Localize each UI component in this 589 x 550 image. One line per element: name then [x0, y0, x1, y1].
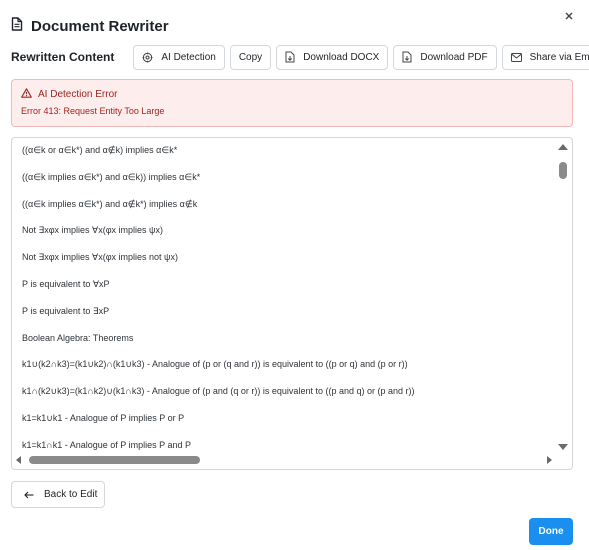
- rewritten-content-label: Rewritten Content: [11, 50, 115, 64]
- alert-message: Error 413: Request Entity Too Large: [21, 106, 165, 116]
- content-line: Not ∃xφx implies ∀x(φx implies ψx): [22, 225, 163, 236]
- warning-icon: [21, 88, 32, 101]
- ai-detection-label: AI Detection: [161, 51, 216, 63]
- vertical-scrollbar[interactable]: [556, 140, 570, 452]
- download-pdf-button[interactable]: Download PDF: [393, 44, 497, 70]
- horizontal-scroll-thumb[interactable]: [29, 456, 200, 464]
- content-lines: ((α∈k or α∈k*) and α∉k) implies α∈k* ((α…: [22, 144, 552, 466]
- copy-button[interactable]: Copy: [229, 44, 272, 70]
- content-line: ((α∈k or α∈k*) and α∉k) implies α∈k*: [22, 145, 178, 155]
- vertical-scroll-thumb[interactable]: [559, 162, 567, 179]
- mail-icon: [510, 52, 522, 62]
- horizontal-scrollbar[interactable]: [14, 453, 554, 467]
- document-download-icon: [285, 51, 295, 63]
- ai-detection-icon: [142, 52, 153, 63]
- back-to-edit-label: Back to Edit: [44, 489, 98, 500]
- content-line: k1∩(k2∪k3)=(k1∩k2)∪(k1∩k3) - Analogue of…: [22, 386, 415, 397]
- download-docx-button[interactable]: Download DOCX: [276, 44, 389, 70]
- content-line: P is equivalent to ∀xP: [22, 278, 110, 289]
- document-icon: [11, 16, 23, 36]
- content-line: P is equivalent to ∃xP: [22, 305, 110, 316]
- scroll-left-arrow[interactable]: [16, 456, 21, 464]
- done-label: Done: [538, 526, 564, 537]
- alert-title: AI Detection Error: [38, 89, 118, 100]
- share-via-email-label: Share via Email: [529, 51, 589, 63]
- back-to-edit-button[interactable]: Back to Edit: [11, 481, 105, 508]
- download-docx-label: Download DOCX: [303, 51, 380, 63]
- ai-detection-button[interactable]: AI Detection: [133, 44, 225, 70]
- content-line: k1=k1∪k1 - Analogue of P implies P or P: [22, 412, 185, 423]
- download-pdf-label: Download PDF: [420, 51, 488, 63]
- copy-label: Copy: [238, 51, 263, 63]
- done-button[interactable]: Done: [529, 518, 573, 545]
- dialog-header: Document Rewriter: [11, 16, 169, 36]
- arrow-left-icon: [24, 491, 34, 499]
- rewritten-content-area[interactable]: ((α∈k or α∈k*) and α∉k) implies α∈k* ((α…: [11, 137, 573, 470]
- content-line: ((α∈k implies α∈k*) and α∉k*) implies α∉…: [22, 198, 198, 209]
- scroll-down-arrow[interactable]: [558, 444, 568, 450]
- close-button[interactable]: [561, 8, 577, 24]
- content-toolbar: Rewritten Content AI Detection Copy Down…: [11, 44, 589, 70]
- share-via-email-button[interactable]: Share via Email: [501, 44, 589, 70]
- dialog-title: Document Rewriter: [31, 17, 169, 35]
- close-icon: [565, 12, 573, 20]
- content-line: k1∪(k2∩k3)=(k1∪k2)∩(k1∪k3) - Analogue of…: [22, 359, 408, 370]
- scroll-up-arrow[interactable]: [558, 144, 568, 150]
- document-download-icon: [402, 51, 412, 63]
- alert-title-row: AI Detection Error: [21, 88, 563, 101]
- error-alert: AI Detection Error Error 413: Request En…: [11, 79, 573, 127]
- document-rewriter-dialog: Document Rewriter Rewritten Content AI D…: [0, 0, 589, 550]
- scroll-right-arrow[interactable]: [547, 456, 552, 464]
- content-line: Boolean Algebra: Theorems: [22, 332, 134, 343]
- content-line: ((α∈k implies α∈k*) and α∈k)) implies α∈…: [22, 171, 201, 182]
- content-line: Not ∃xφx implies ∀x(φx implies not ψx): [22, 252, 178, 263]
